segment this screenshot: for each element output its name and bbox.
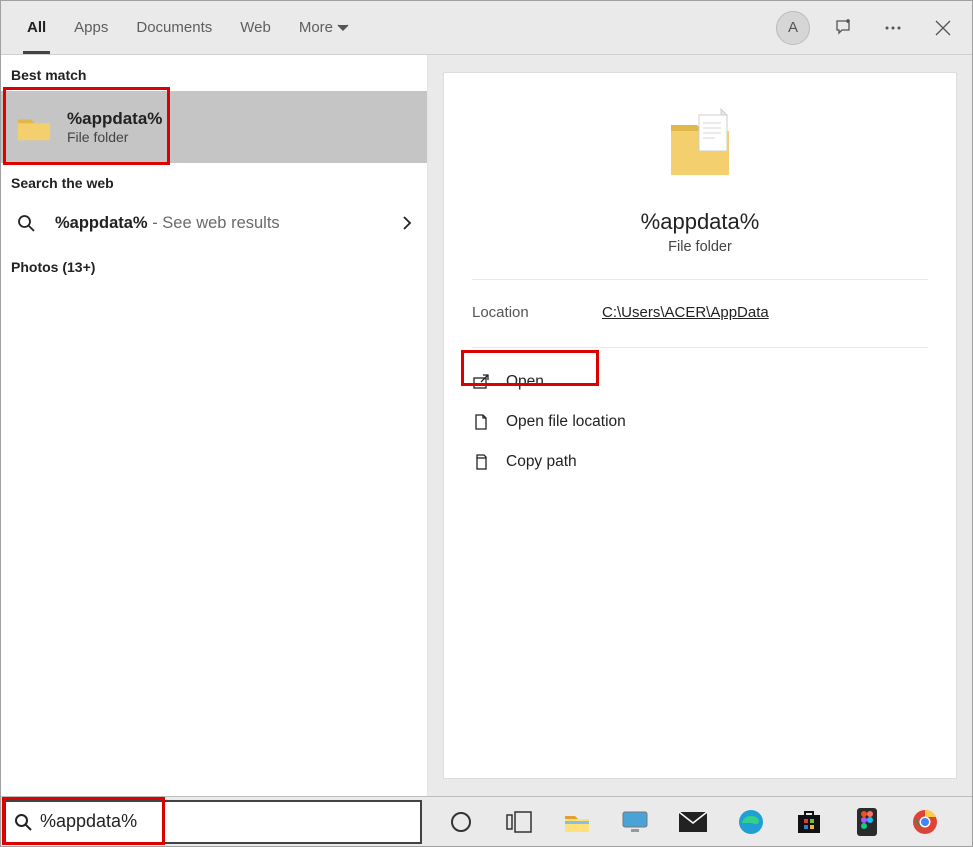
microsoft-store-icon[interactable]	[792, 805, 826, 839]
taskbar	[1, 796, 972, 846]
avatar-circle: A	[776, 11, 810, 45]
display-settings-icon[interactable]	[618, 805, 652, 839]
search-web-query: %appdata%	[55, 214, 148, 232]
best-match-text: %appdata% File folder	[67, 109, 162, 145]
folder-preview-icon	[665, 107, 735, 187]
location-path[interactable]: C:\Users\ACER\AppData	[602, 304, 769, 321]
preview-card: %appdata% File folder Location C:\Users\…	[444, 73, 956, 778]
best-match-subtitle: File folder	[67, 129, 162, 145]
action-open[interactable]: Open	[472, 362, 928, 402]
edge-icon[interactable]	[734, 805, 768, 839]
search-web-result[interactable]: %appdata% - See web results	[1, 199, 427, 247]
windows-search-window: All Apps Documents Web More A	[0, 0, 973, 847]
preview-pane: %appdata% File folder Location C:\Users\…	[428, 55, 972, 796]
search-results-column: Best match %appdata% File folder Search …	[1, 55, 428, 796]
action-copy-path-label: Copy path	[506, 453, 577, 471]
tab-documents[interactable]: Documents	[122, 1, 226, 54]
preview-subtitle: File folder	[668, 239, 732, 255]
search-web-heading: Search the web	[1, 163, 427, 199]
mail-icon[interactable]	[676, 805, 710, 839]
open-icon	[472, 373, 506, 391]
action-copy-path[interactable]: Copy path	[472, 442, 928, 482]
preview-title: %appdata%	[641, 209, 760, 235]
feedback-icon[interactable]	[820, 1, 866, 55]
chevron-down-icon	[337, 22, 349, 34]
photos-heading[interactable]: Photos (13+)	[1, 247, 427, 283]
action-open-file-location[interactable]: Open file location	[472, 402, 928, 442]
best-match-heading: Best match	[1, 55, 427, 91]
close-icon[interactable]	[920, 1, 966, 55]
search-main: Best match %appdata% File folder Search …	[1, 55, 972, 796]
tab-apps[interactable]: Apps	[60, 1, 122, 54]
tab-more[interactable]: More	[285, 1, 363, 54]
file-explorer-icon[interactable]	[560, 805, 594, 839]
copy-icon	[472, 453, 506, 471]
search-scope-tabs: All Apps Documents Web More	[13, 1, 363, 54]
user-avatar[interactable]: A	[770, 1, 816, 55]
tab-more-label: More	[299, 19, 333, 36]
best-match-result[interactable]: %appdata% File folder	[1, 91, 427, 163]
action-open-file-location-label: Open file location	[506, 413, 626, 431]
preview-actions: Open Open file location Copy path	[444, 348, 956, 496]
action-open-label: Open	[506, 373, 544, 391]
location-label: Location	[472, 304, 602, 321]
folder-icon	[15, 108, 53, 146]
preview-header: %appdata% File folder	[472, 73, 928, 280]
search-web-text: %appdata% - See web results	[55, 214, 280, 233]
chrome-icon[interactable]	[908, 805, 942, 839]
more-options-icon[interactable]	[870, 1, 916, 55]
taskbar-icons	[444, 805, 942, 839]
taskbar-search[interactable]	[4, 800, 422, 844]
file-location-icon	[472, 413, 506, 431]
chevron-right-icon	[401, 216, 413, 230]
search-topbar: All Apps Documents Web More A	[1, 1, 972, 55]
topbar-right: A	[770, 1, 972, 54]
preview-location-row: Location C:\Users\ACER\AppData	[472, 280, 928, 348]
search-web-hint: - See web results	[148, 214, 280, 232]
taskbar-search-input[interactable]	[40, 811, 412, 832]
tab-all[interactable]: All	[13, 1, 60, 54]
best-match-title: %appdata%	[67, 109, 162, 129]
search-icon	[15, 214, 37, 232]
task-view-icon[interactable]	[502, 805, 536, 839]
tab-web[interactable]: Web	[226, 1, 285, 54]
figma-icon[interactable]	[850, 805, 884, 839]
cortana-icon[interactable]	[444, 805, 478, 839]
search-icon	[14, 813, 32, 831]
